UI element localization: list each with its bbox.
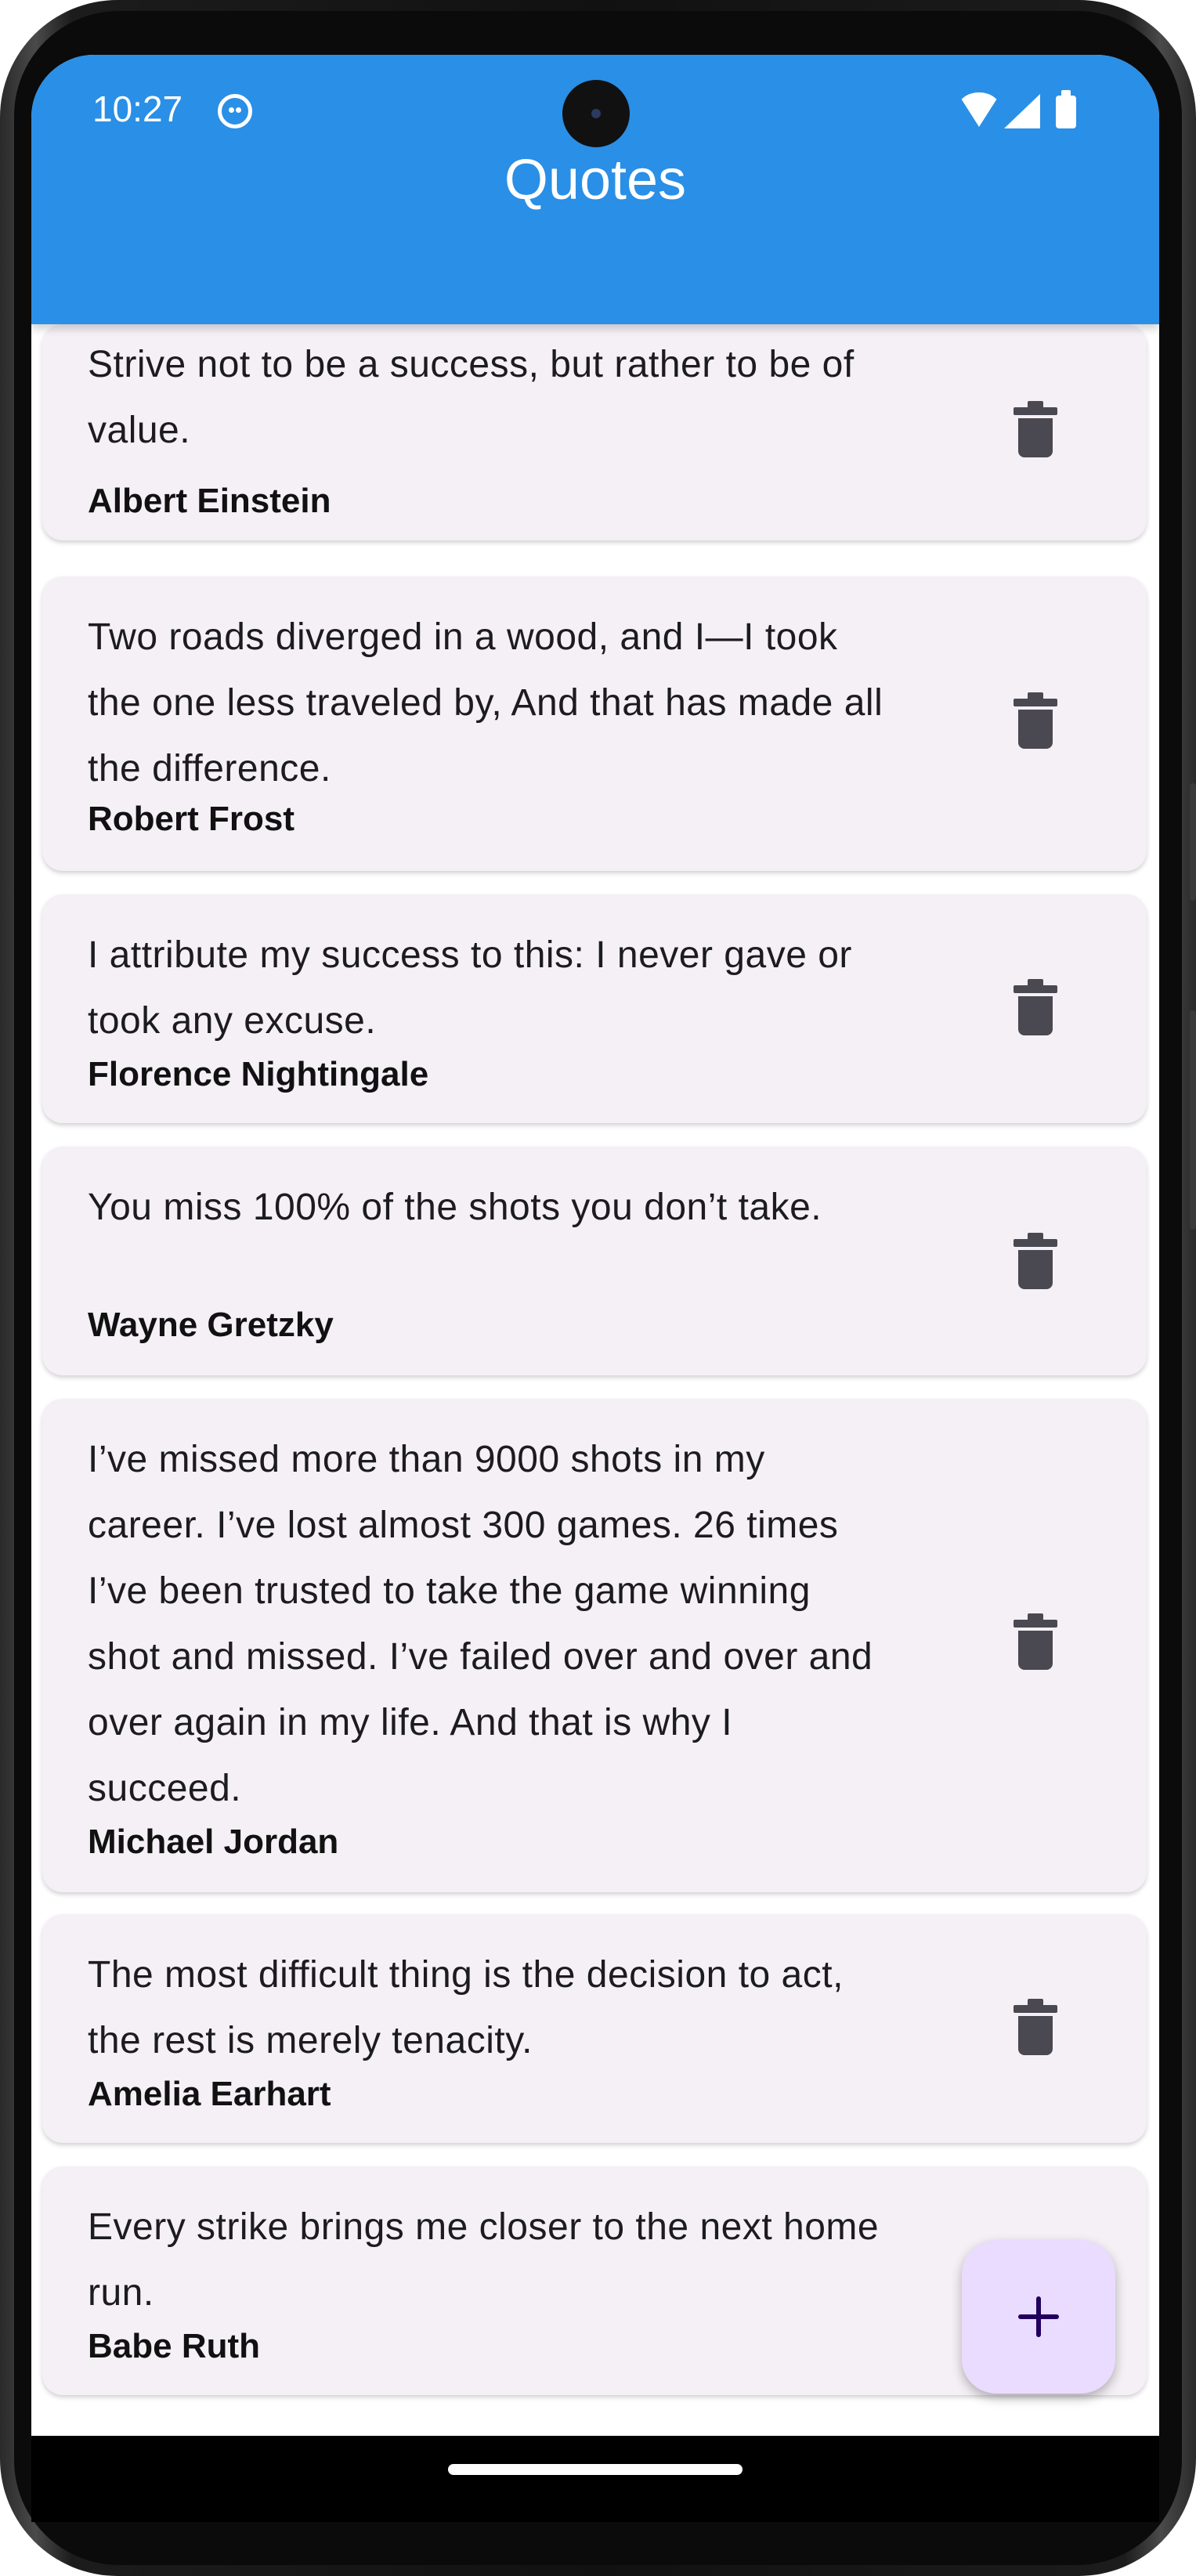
delete-button[interactable] bbox=[1014, 692, 1057, 752]
quote-card: Strive not to be a success, but rather t… bbox=[42, 324, 1147, 540]
quote-author: Albert Einstein bbox=[88, 482, 331, 520]
quote-author: Florence Nightingale bbox=[88, 1055, 429, 1093]
quote-card: You miss 100% of the shots you don’t tak… bbox=[42, 1147, 1147, 1375]
add-quote-button[interactable] bbox=[962, 2240, 1115, 2394]
quote-author: Wayne Gretzky bbox=[88, 1306, 334, 1344]
phone-frame: 10:27 Quotes Strive not to be a success,… bbox=[0, 0, 1196, 2576]
delete-button[interactable] bbox=[1014, 401, 1057, 461]
quote-author: Amelia Earhart bbox=[88, 2075, 331, 2113]
delete-button[interactable] bbox=[1014, 979, 1057, 1039]
quote-text: Every strike brings me closer to the nex… bbox=[88, 2206, 880, 2314]
quote-author: Robert Frost bbox=[88, 800, 294, 838]
delete-button[interactable] bbox=[1014, 1613, 1057, 1673]
quote-text: The most difficult thing is the decision… bbox=[88, 1954, 844, 2061]
status-icons bbox=[957, 90, 1090, 132]
quote-text: I attribute my success to this: I never … bbox=[88, 934, 852, 1042]
front-camera bbox=[562, 80, 630, 147]
home-gesture-handle[interactable] bbox=[448, 2464, 743, 2475]
quote-text: Two roads diverged in a wood, and I—I to… bbox=[88, 616, 883, 789]
page-title: Quotes bbox=[504, 149, 687, 211]
quote-text: Strive not to be a success, but rather t… bbox=[88, 344, 855, 451]
volume-button bbox=[1190, 1010, 1196, 1230]
quote-text: You miss 100% of the shots you don’t tak… bbox=[88, 1187, 822, 1228]
delete-button[interactable] bbox=[1014, 1999, 1057, 2058]
notification-icon bbox=[218, 94, 252, 128]
quote-author: Michael Jordan bbox=[88, 1823, 339, 1861]
quote-text: I’ve missed more than 9000 shots in my c… bbox=[88, 1439, 873, 1809]
app-bar: 10:27 Quotes bbox=[31, 55, 1159, 324]
quote-card: I attribute my success to this: I never … bbox=[42, 894, 1147, 1123]
screen: 10:27 Quotes Strive not to be a success,… bbox=[31, 55, 1159, 2522]
battery-icon bbox=[1056, 90, 1076, 128]
power-button bbox=[1190, 783, 1196, 901]
signal-icon bbox=[1004, 94, 1040, 128]
quote-card: The most difficult thing is the decision… bbox=[42, 1914, 1147, 2143]
quote-card: I’ve missed more than 9000 shots in my c… bbox=[42, 1399, 1147, 1892]
delete-button[interactable] bbox=[1014, 1233, 1057, 1292]
plus-icon bbox=[1018, 2296, 1059, 2337]
wifi-icon bbox=[957, 92, 1001, 127]
quote-author: Babe Ruth bbox=[88, 2327, 260, 2365]
status-time: 10:27 bbox=[92, 89, 183, 129]
system-nav-bar bbox=[31, 2436, 1159, 2522]
quote-card: Two roads diverged in a wood, and I—I to… bbox=[42, 576, 1147, 871]
